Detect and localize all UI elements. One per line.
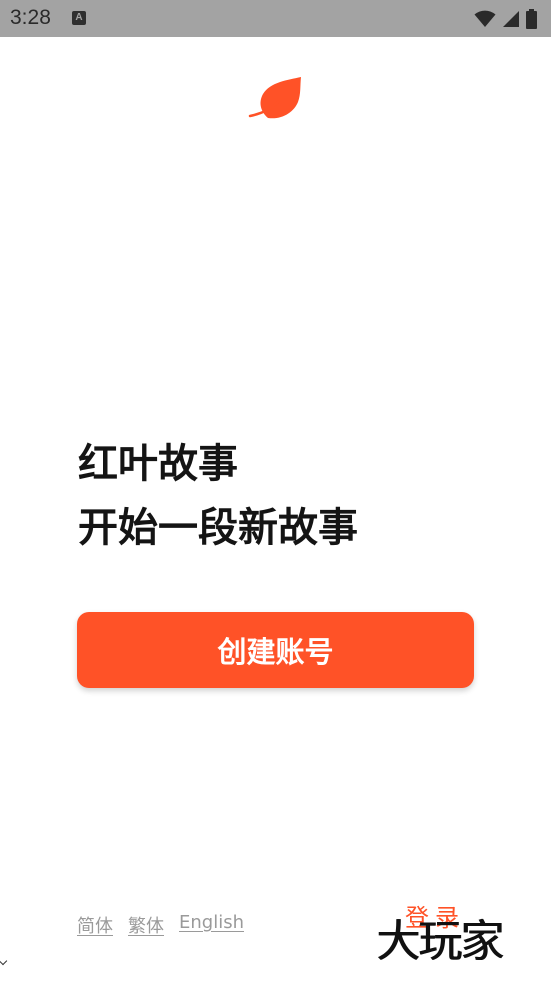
tagline: 开始一段新故事 (78, 505, 358, 551)
status-icons (474, 8, 537, 30)
lang-english-link[interactable]: English (179, 912, 244, 938)
welcome-screen: 3:28 A 红叶故事 开始一段新故事 创建账号 简体 繁体 English 登… (0, 0, 551, 981)
leaf-icon (248, 77, 301, 119)
lang-traditional-link[interactable]: 繁体 (128, 912, 164, 938)
watermark-text: 大玩家 (376, 916, 504, 967)
corner-mark (0, 956, 8, 966)
cellular-signal-icon (503, 11, 519, 27)
watermark: 大玩家 (376, 914, 542, 970)
app-name: 红叶故事 (78, 441, 238, 487)
create-account-button[interactable]: 创建账号 (77, 612, 474, 688)
headline: 红叶故事 开始一段新故事 (78, 432, 358, 560)
status-time: 3:28 (10, 6, 51, 29)
lang-simplified-link[interactable]: 简体 (77, 912, 113, 938)
language-switcher: 简体 繁体 English (77, 912, 244, 938)
status-bar: 3:28 A (0, 0, 551, 37)
wifi-icon (474, 10, 496, 27)
notification-icon: A (72, 11, 86, 25)
battery-icon (526, 9, 537, 29)
